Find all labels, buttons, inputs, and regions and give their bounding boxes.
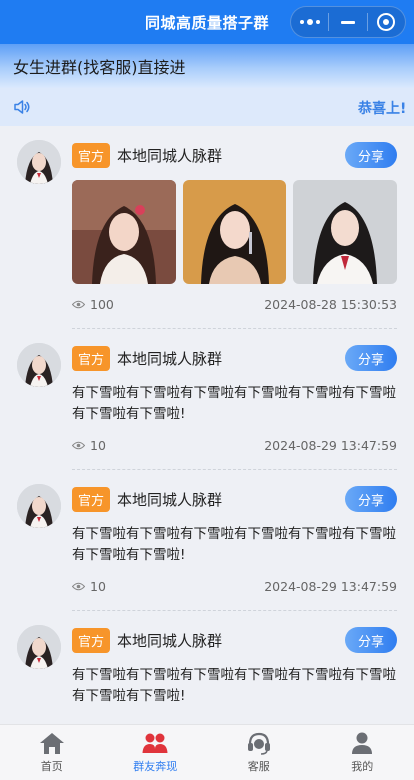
post-time: 2024-08-29 13:47:59 (264, 437, 397, 453)
home-icon (39, 733, 64, 754)
tab-service[interactable]: 客服 (207, 725, 311, 780)
banner: 女生进群(找客服)直接进 (0, 44, 414, 88)
post-feed[interactable]: 官方 本地同城人脉群 分享 100 2024-08-28 15:30:53 官方… (0, 126, 414, 724)
post-text: 有下雪啦有下雪啦有下雪啦有下雪啦有下雪啦有下雪啦有下雪啦有下雪啦! (72, 667, 396, 704)
group-name[interactable]: 本地同城人脉群 (117, 489, 345, 510)
eye-icon (72, 300, 85, 308)
tab-home[interactable]: 首页 (0, 725, 104, 780)
tab-label: 首页 (40, 760, 63, 773)
avatar[interactable] (17, 625, 61, 669)
speaker-icon (14, 100, 30, 114)
post-image[interactable] (72, 180, 176, 284)
post-image[interactable] (293, 180, 398, 284)
top-navbar: 同城高质量搭子群 (0, 0, 414, 44)
post-text: 有下雪啦有下雪啦有下雪啦有下雪啦有下雪啦有下雪啦有下雪啦有下雪啦! (72, 526, 396, 563)
post-meta: 100 2024-08-28 15:30:53 (72, 294, 397, 314)
friends-icon (142, 733, 168, 753)
tab-friends[interactable]: 群友奔现 (104, 725, 208, 780)
group-name[interactable]: 本地同城人脉群 (117, 348, 345, 369)
post-meta: 10 2024-08-29 13:47:59 (72, 435, 397, 455)
post-images (72, 180, 398, 284)
headset-icon (247, 732, 270, 755)
post-time: 2024-08-28 15:30:53 (264, 296, 397, 312)
page-title: 同城高质量搭子群 (144, 13, 269, 32)
post-card: 官方 本地同城人脉群 分享 有下雪啦有下雪啦有下雪啦有下雪啦有下雪啦有下雪啦有下… (0, 470, 414, 611)
more-menu-button[interactable] (291, 7, 328, 37)
share-button[interactable]: 分享 (345, 627, 397, 653)
view-count: 100 (72, 297, 114, 312)
post-meta: 10 2024-08-29 13:47:59 (72, 576, 397, 596)
tab-label: 群友奔现 (133, 760, 178, 773)
notice-bar[interactable]: 恭喜上! (0, 88, 414, 126)
user-icon (352, 732, 373, 754)
avatar[interactable] (17, 140, 61, 184)
post-time: 2024-08-29 13:47:59 (264, 578, 397, 594)
group-name[interactable]: 本地同城人脉群 (117, 145, 345, 166)
bottom-tabbar: 首页 群友奔现 客服 我的 (0, 724, 414, 780)
banner-text: 女生进群(找客服)直接进 (13, 58, 186, 77)
eye-icon (72, 441, 85, 449)
minimize-button[interactable] (329, 7, 366, 37)
official-badge: 官方 (72, 486, 111, 512)
eye-icon (72, 582, 85, 590)
post-text: 有下雪啦有下雪啦有下雪啦有下雪啦有下雪啦有下雪啦有下雪啦有下雪啦! (72, 385, 396, 422)
more-dots-icon (299, 19, 320, 25)
notice-scroll-text: 恭喜上! (358, 101, 407, 117)
official-badge: 官方 (72, 142, 111, 168)
view-count: 10 (72, 438, 106, 453)
mini-program-capsule (290, 6, 406, 38)
view-count-value: 10 (90, 578, 106, 594)
tab-label: 我的 (351, 760, 374, 773)
tab-mine[interactable]: 我的 (311, 725, 414, 780)
official-badge: 官方 (72, 345, 111, 371)
view-count: 10 (72, 579, 106, 594)
tab-label: 客服 (247, 760, 270, 773)
avatar[interactable] (17, 343, 61, 387)
avatar[interactable] (17, 484, 61, 528)
group-name[interactable]: 本地同城人脉群 (117, 630, 345, 651)
post-image[interactable] (182, 180, 287, 284)
share-button[interactable]: 分享 (345, 345, 397, 371)
minus-icon (340, 20, 355, 24)
close-miniprogram-button[interactable] (368, 7, 405, 37)
share-button[interactable]: 分享 (345, 142, 397, 168)
view-count-value: 100 (90, 296, 114, 312)
view-count-value: 10 (90, 437, 106, 453)
target-icon (377, 13, 396, 31)
post-card: 官方 本地同城人脉群 分享 有下雪啦有下雪啦有下雪啦有下雪啦有下雪啦有下雪啦有下… (0, 329, 414, 470)
share-button[interactable]: 分享 (345, 486, 397, 512)
post-card: 官方 本地同城人脉群 分享 100 2024-08-28 15:30:53 (0, 126, 414, 329)
official-badge: 官方 (72, 627, 111, 653)
post-card: 官方 本地同城人脉群 分享 有下雪啦有下雪啦有下雪啦有下雪啦有下雪啦有下雪啦有下… (0, 611, 414, 707)
